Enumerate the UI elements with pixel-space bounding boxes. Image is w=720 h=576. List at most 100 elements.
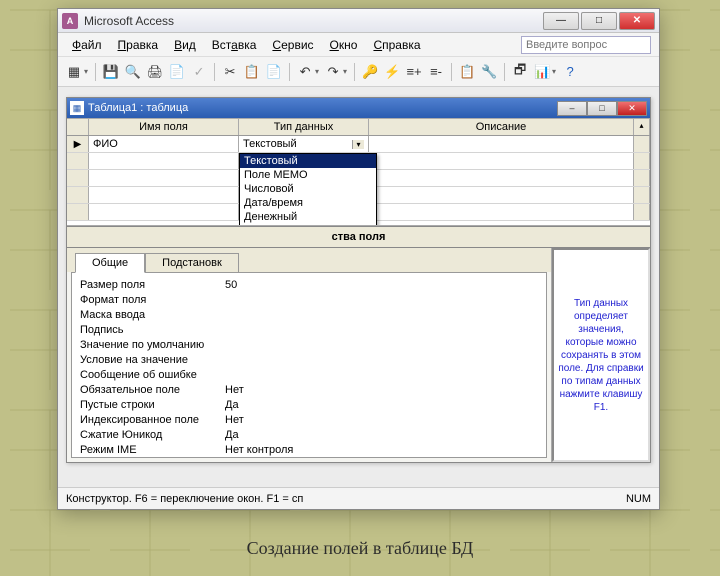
property-row[interactable]: Сжатие ЮникодДа xyxy=(80,427,538,442)
type-option[interactable]: Денежный xyxy=(240,210,376,224)
tab-general[interactable]: Общие xyxy=(75,253,145,273)
property-label: Сжатие Юникод xyxy=(80,429,225,441)
property-label: Сообщение об ошибке xyxy=(80,369,225,381)
menu-window[interactable]: Окно xyxy=(324,36,364,54)
grid-header: Имя поля Тип данных Описание ▴ xyxy=(67,118,650,136)
close-button[interactable]: ✕ xyxy=(619,12,655,30)
column-header-desc[interactable]: Описание xyxy=(369,119,634,135)
scroll-up-icon[interactable]: ▴ xyxy=(634,119,650,135)
db-window-button[interactable]: 🗗 xyxy=(510,62,530,82)
menu-edit[interactable]: Правка xyxy=(112,36,165,54)
type-option[interactable]: Дата/время xyxy=(240,196,376,210)
property-value[interactable]: 50 xyxy=(225,279,538,291)
field-type-value: Текстовый xyxy=(243,138,297,150)
property-row[interactable]: Режим IMEНет контроля xyxy=(80,442,538,457)
property-row[interactable]: Значение по умолчанию xyxy=(80,337,538,352)
menu-insert[interactable]: Вставка xyxy=(206,36,263,54)
property-label: Индексированное поле xyxy=(80,414,225,426)
help-search-input[interactable] xyxy=(521,36,651,54)
property-row[interactable]: Обязательное полеНет xyxy=(80,382,538,397)
type-option[interactable]: Поле МЕМО xyxy=(240,168,376,182)
save-button[interactable]: 💾 xyxy=(101,62,121,82)
column-header-name[interactable]: Имя поля xyxy=(89,119,239,135)
print-button[interactable]: 🖨 xyxy=(145,62,165,82)
cut-button[interactable]: ✂ xyxy=(220,62,240,82)
minimize-button[interactable]: — xyxy=(543,12,579,30)
type-option[interactable]: Счетчик xyxy=(240,224,376,226)
field-name-cell[interactable]: ФИО xyxy=(89,136,239,152)
child-close-button[interactable]: ✕ xyxy=(617,101,647,116)
titlebar[interactable]: A Microsoft Access — □ ✕ xyxy=(58,9,659,33)
spellcheck-button[interactable]: ✓ xyxy=(189,62,209,82)
toolbar: ▦▾ 💾 🔍 🖨 📄 ✓ ✂ 📋 📄 ↶▾ ↷▾ 🔑 ⚡ ≡+ ≡- 📋 🔧 🗗… xyxy=(58,57,659,87)
property-label: Размер поля xyxy=(80,279,225,291)
property-value[interactable]: Нет xyxy=(225,414,538,426)
access-app-icon: A xyxy=(62,13,78,29)
property-row[interactable]: Режим предложений IMEНет xyxy=(80,457,538,458)
child-maximize-button[interactable]: □ xyxy=(587,101,617,116)
table-icon: ▦ xyxy=(70,101,84,115)
dropdown-icon[interactable]: ▾ xyxy=(343,67,347,76)
menu-view[interactable]: Вид xyxy=(168,36,202,54)
table-row[interactable]: ▶ ФИО Текстовый ▾ xyxy=(67,136,650,153)
new-object-button[interactable]: 📊 xyxy=(532,62,552,82)
paste-button[interactable]: 📄 xyxy=(264,62,284,82)
tab-lookup[interactable]: Подстановк xyxy=(145,253,239,273)
field-type-cell[interactable]: Текстовый ▾ xyxy=(239,136,369,152)
property-value[interactable]: Нет xyxy=(225,384,538,396)
props-header: ства поля xyxy=(67,226,650,247)
type-dropdown-list[interactable]: ТекстовыйПоле МЕМОЧисловойДата/времяДене… xyxy=(239,153,377,226)
help-button[interactable]: ? xyxy=(560,62,580,82)
property-row[interactable]: Условие на значение xyxy=(80,352,538,367)
type-option[interactable]: Числовой xyxy=(240,182,376,196)
lightning-icon[interactable]: ⚡ xyxy=(382,62,402,82)
property-row[interactable]: Размер поля50 xyxy=(80,277,538,292)
menu-tools[interactable]: Сервис xyxy=(266,36,319,54)
column-header-type[interactable]: Тип данных xyxy=(239,119,369,135)
rows-delete-button[interactable]: ≡- xyxy=(426,62,446,82)
copy-button[interactable]: 📋 xyxy=(242,62,262,82)
app-window: A Microsoft Access — □ ✕ Файл Правка Вид… xyxy=(57,8,660,510)
property-value[interactable]: Нет контроля xyxy=(225,444,538,456)
properties-button[interactable]: 📋 xyxy=(457,62,477,82)
property-row[interactable]: Сообщение об ошибке xyxy=(80,367,538,382)
property-label: Значение по умолчанию xyxy=(80,339,225,351)
property-row[interactable]: Формат поля xyxy=(80,292,538,307)
tabstrip: Общие Подстановк xyxy=(67,248,551,272)
menu-help[interactable]: Справка xyxy=(367,36,426,54)
property-label: Формат поля xyxy=(80,294,225,306)
property-row[interactable]: Индексированное полеНет xyxy=(80,412,538,427)
property-label: Маска ввода xyxy=(80,309,225,321)
undo-button[interactable]: ↶ xyxy=(295,62,315,82)
help-text: Тип данных определяет значения, которые … xyxy=(558,297,644,414)
child-titlebar[interactable]: ▦ Таблица1 : таблица – □ ✕ xyxy=(67,98,650,118)
build-button[interactable]: 🔧 xyxy=(479,62,499,82)
property-label: Подпись xyxy=(80,324,225,336)
property-value[interactable]: Да xyxy=(225,429,538,441)
key-icon[interactable]: 🔑 xyxy=(360,62,380,82)
view-button[interactable]: ▦ xyxy=(64,62,84,82)
dropdown-icon[interactable]: ▾ xyxy=(552,67,556,76)
print-preview-button[interactable]: 📄 xyxy=(167,62,187,82)
status-text: Конструктор. F6 = переключение окон. F1 … xyxy=(66,493,626,505)
tabs-panel: Общие Подстановк Размер поля50Формат пол… xyxy=(67,248,552,462)
status-num-indicator: NUM xyxy=(626,493,651,505)
search-button[interactable]: 🔍 xyxy=(123,62,143,82)
type-dropdown-icon[interactable]: ▾ xyxy=(352,140,364,149)
property-label: Пустые строки xyxy=(80,399,225,411)
rows-insert-button[interactable]: ≡+ xyxy=(404,62,424,82)
field-desc-cell[interactable] xyxy=(369,136,634,152)
property-value[interactable]: Да xyxy=(225,399,538,411)
menu-file[interactable]: Файл xyxy=(66,36,108,54)
redo-button[interactable]: ↷ xyxy=(323,62,343,82)
dropdown-icon[interactable]: ▾ xyxy=(84,67,88,76)
property-row[interactable]: Подпись xyxy=(80,322,538,337)
property-row[interactable]: Маска ввода xyxy=(80,307,538,322)
property-row[interactable]: Пустые строкиДа xyxy=(80,397,538,412)
child-minimize-button[interactable]: – xyxy=(557,101,587,116)
type-option[interactable]: Текстовый xyxy=(240,154,376,168)
grid-corner[interactable] xyxy=(67,119,89,135)
dropdown-icon[interactable]: ▾ xyxy=(315,67,319,76)
maximize-button[interactable]: □ xyxy=(581,12,617,30)
property-label: Обязательное поле xyxy=(80,384,225,396)
